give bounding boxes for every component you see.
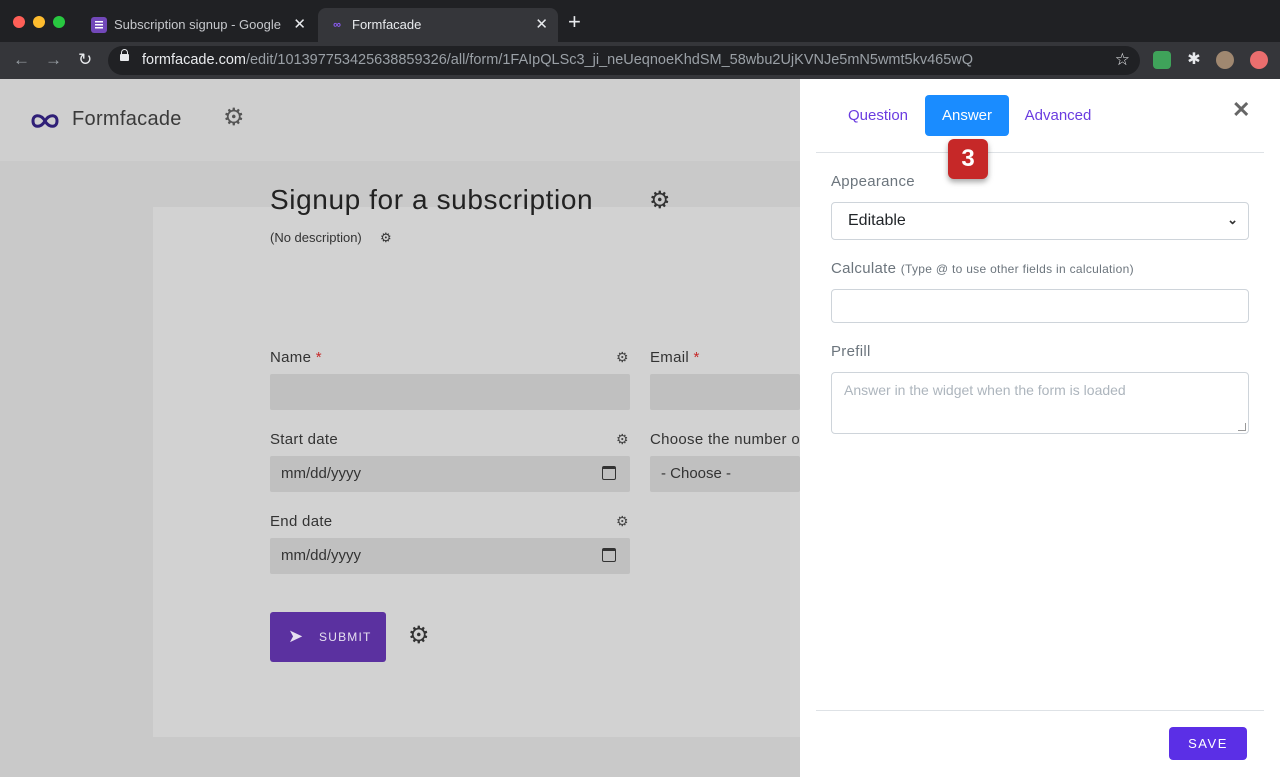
- browser-tab-google-forms[interactable]: Subscription signup - Google F ✕: [80, 8, 316, 42]
- close-icon[interactable]: ✕: [1232, 97, 1250, 123]
- choose-number-select[interactable]: - Choose -: [650, 456, 800, 492]
- calculate-input[interactable]: [831, 289, 1249, 323]
- bookmark-star-icon[interactable]: ☆: [1115, 50, 1130, 70]
- date-placeholder: mm/dd/yyyy: [281, 465, 362, 482]
- window-close-button[interactable]: [13, 16, 25, 28]
- email-input[interactable]: [650, 374, 800, 410]
- calendar-icon[interactable]: [602, 466, 616, 480]
- new-tab-icon[interactable]: +: [568, 11, 581, 33]
- name-label: Name *: [270, 349, 322, 366]
- description-gear-icon[interactable]: ⚙: [380, 231, 392, 244]
- tab-title: Subscription signup - Google F: [114, 17, 284, 32]
- google-forms-icon: [91, 17, 107, 33]
- send-icon: ➤: [288, 626, 305, 646]
- url-text: formfacade.com/edit/10139775342563885932…: [142, 52, 974, 68]
- window-maximize-button[interactable]: [53, 16, 65, 28]
- end-date-gear-icon[interactable]: ⚙: [616, 514, 629, 528]
- step-badge: 3: [948, 139, 988, 179]
- back-arrow-icon[interactable]: ←: [13, 50, 30, 70]
- name-gear-icon[interactable]: ⚙: [616, 350, 629, 364]
- appearance-value: Editable: [848, 212, 906, 229]
- save-button[interactable]: SAVE: [1169, 727, 1247, 760]
- submit-label: SUBMIT: [319, 630, 372, 644]
- browser-tabstrip: Subscription signup - Google F ✕ ∞ Formf…: [0, 0, 1280, 42]
- start-date-input[interactable]: mm/dd/yyyy: [270, 456, 630, 492]
- calculate-label: Calculate (Type @ to use other fields in…: [831, 260, 1134, 277]
- title-gear-icon[interactable]: ⚙: [649, 189, 671, 213]
- choose-number-label: Choose the number o: [650, 431, 800, 448]
- calendar-icon[interactable]: [602, 548, 616, 562]
- extension-update-icon[interactable]: [1250, 51, 1268, 69]
- form-description: (No description): [270, 230, 362, 245]
- formfacade-favicon-icon: ∞: [333, 19, 341, 31]
- name-input[interactable]: [270, 374, 630, 410]
- reload-icon[interactable]: ↻: [78, 50, 92, 70]
- date-placeholder: mm/dd/yyyy: [281, 547, 362, 564]
- tab-advanced[interactable]: Advanced: [1014, 95, 1102, 136]
- appearance-select[interactable]: Editable ⌄: [831, 202, 1249, 240]
- submit-button[interactable]: ➤ SUBMIT: [270, 612, 386, 662]
- app-brand: Formfacade: [72, 108, 182, 130]
- tab-close-icon[interactable]: ✕: [535, 15, 548, 33]
- browser-tab-formfacade[interactable]: ∞ Formfacade ✕: [318, 8, 558, 42]
- start-date-gear-icon[interactable]: ⚙: [616, 432, 629, 446]
- appearance-label: Appearance: [831, 173, 915, 190]
- field-settings-panel: Question Answer Advanced ✕ 3 Appearance …: [800, 79, 1280, 777]
- divider: [816, 152, 1264, 153]
- end-date-input[interactable]: mm/dd/yyyy: [270, 538, 630, 574]
- prefill-label: Prefill: [831, 343, 871, 360]
- prefill-textarea[interactable]: Answer in the widget when the form is lo…: [831, 372, 1249, 434]
- prefill-placeholder: Answer in the widget when the form is lo…: [844, 382, 1126, 398]
- resize-handle-icon[interactable]: [1238, 423, 1246, 431]
- tab-answer[interactable]: Answer: [925, 95, 1009, 136]
- end-date-label: End date: [270, 513, 333, 530]
- extension-mail-icon[interactable]: [1153, 51, 1171, 69]
- tab-close-icon[interactable]: ✕: [293, 15, 306, 33]
- address-bar[interactable]: formfacade.com/edit/10139775342563885932…: [108, 46, 1140, 75]
- tab-title: Formfacade: [352, 17, 422, 32]
- calculate-hint: (Type @ to use other fields in calculati…: [900, 262, 1134, 276]
- extensions-puzzle-icon[interactable]: ✱: [1185, 51, 1203, 69]
- browser-toolbar: ← → ↻ formfacade.com/edit/10139775342563…: [0, 42, 1280, 79]
- chevron-down-icon: ⌄: [1227, 212, 1238, 227]
- tab-question[interactable]: Question: [836, 95, 920, 136]
- profile-avatar[interactable]: [1216, 51, 1234, 69]
- formfacade-logo-icon: [31, 114, 59, 128]
- lock-icon: [120, 49, 129, 61]
- forward-arrow-icon[interactable]: →: [45, 50, 62, 70]
- form-title: Signup for a subscription: [270, 184, 594, 215]
- window-minimize-button[interactable]: [33, 16, 45, 28]
- start-date-label: Start date: [270, 431, 339, 448]
- submit-gear-icon[interactable]: ⚙: [408, 624, 430, 648]
- select-value: - Choose -: [661, 465, 732, 482]
- settings-gear-icon[interactable]: ⚙: [223, 106, 245, 130]
- divider: [816, 710, 1264, 711]
- email-label: Email *: [650, 349, 700, 366]
